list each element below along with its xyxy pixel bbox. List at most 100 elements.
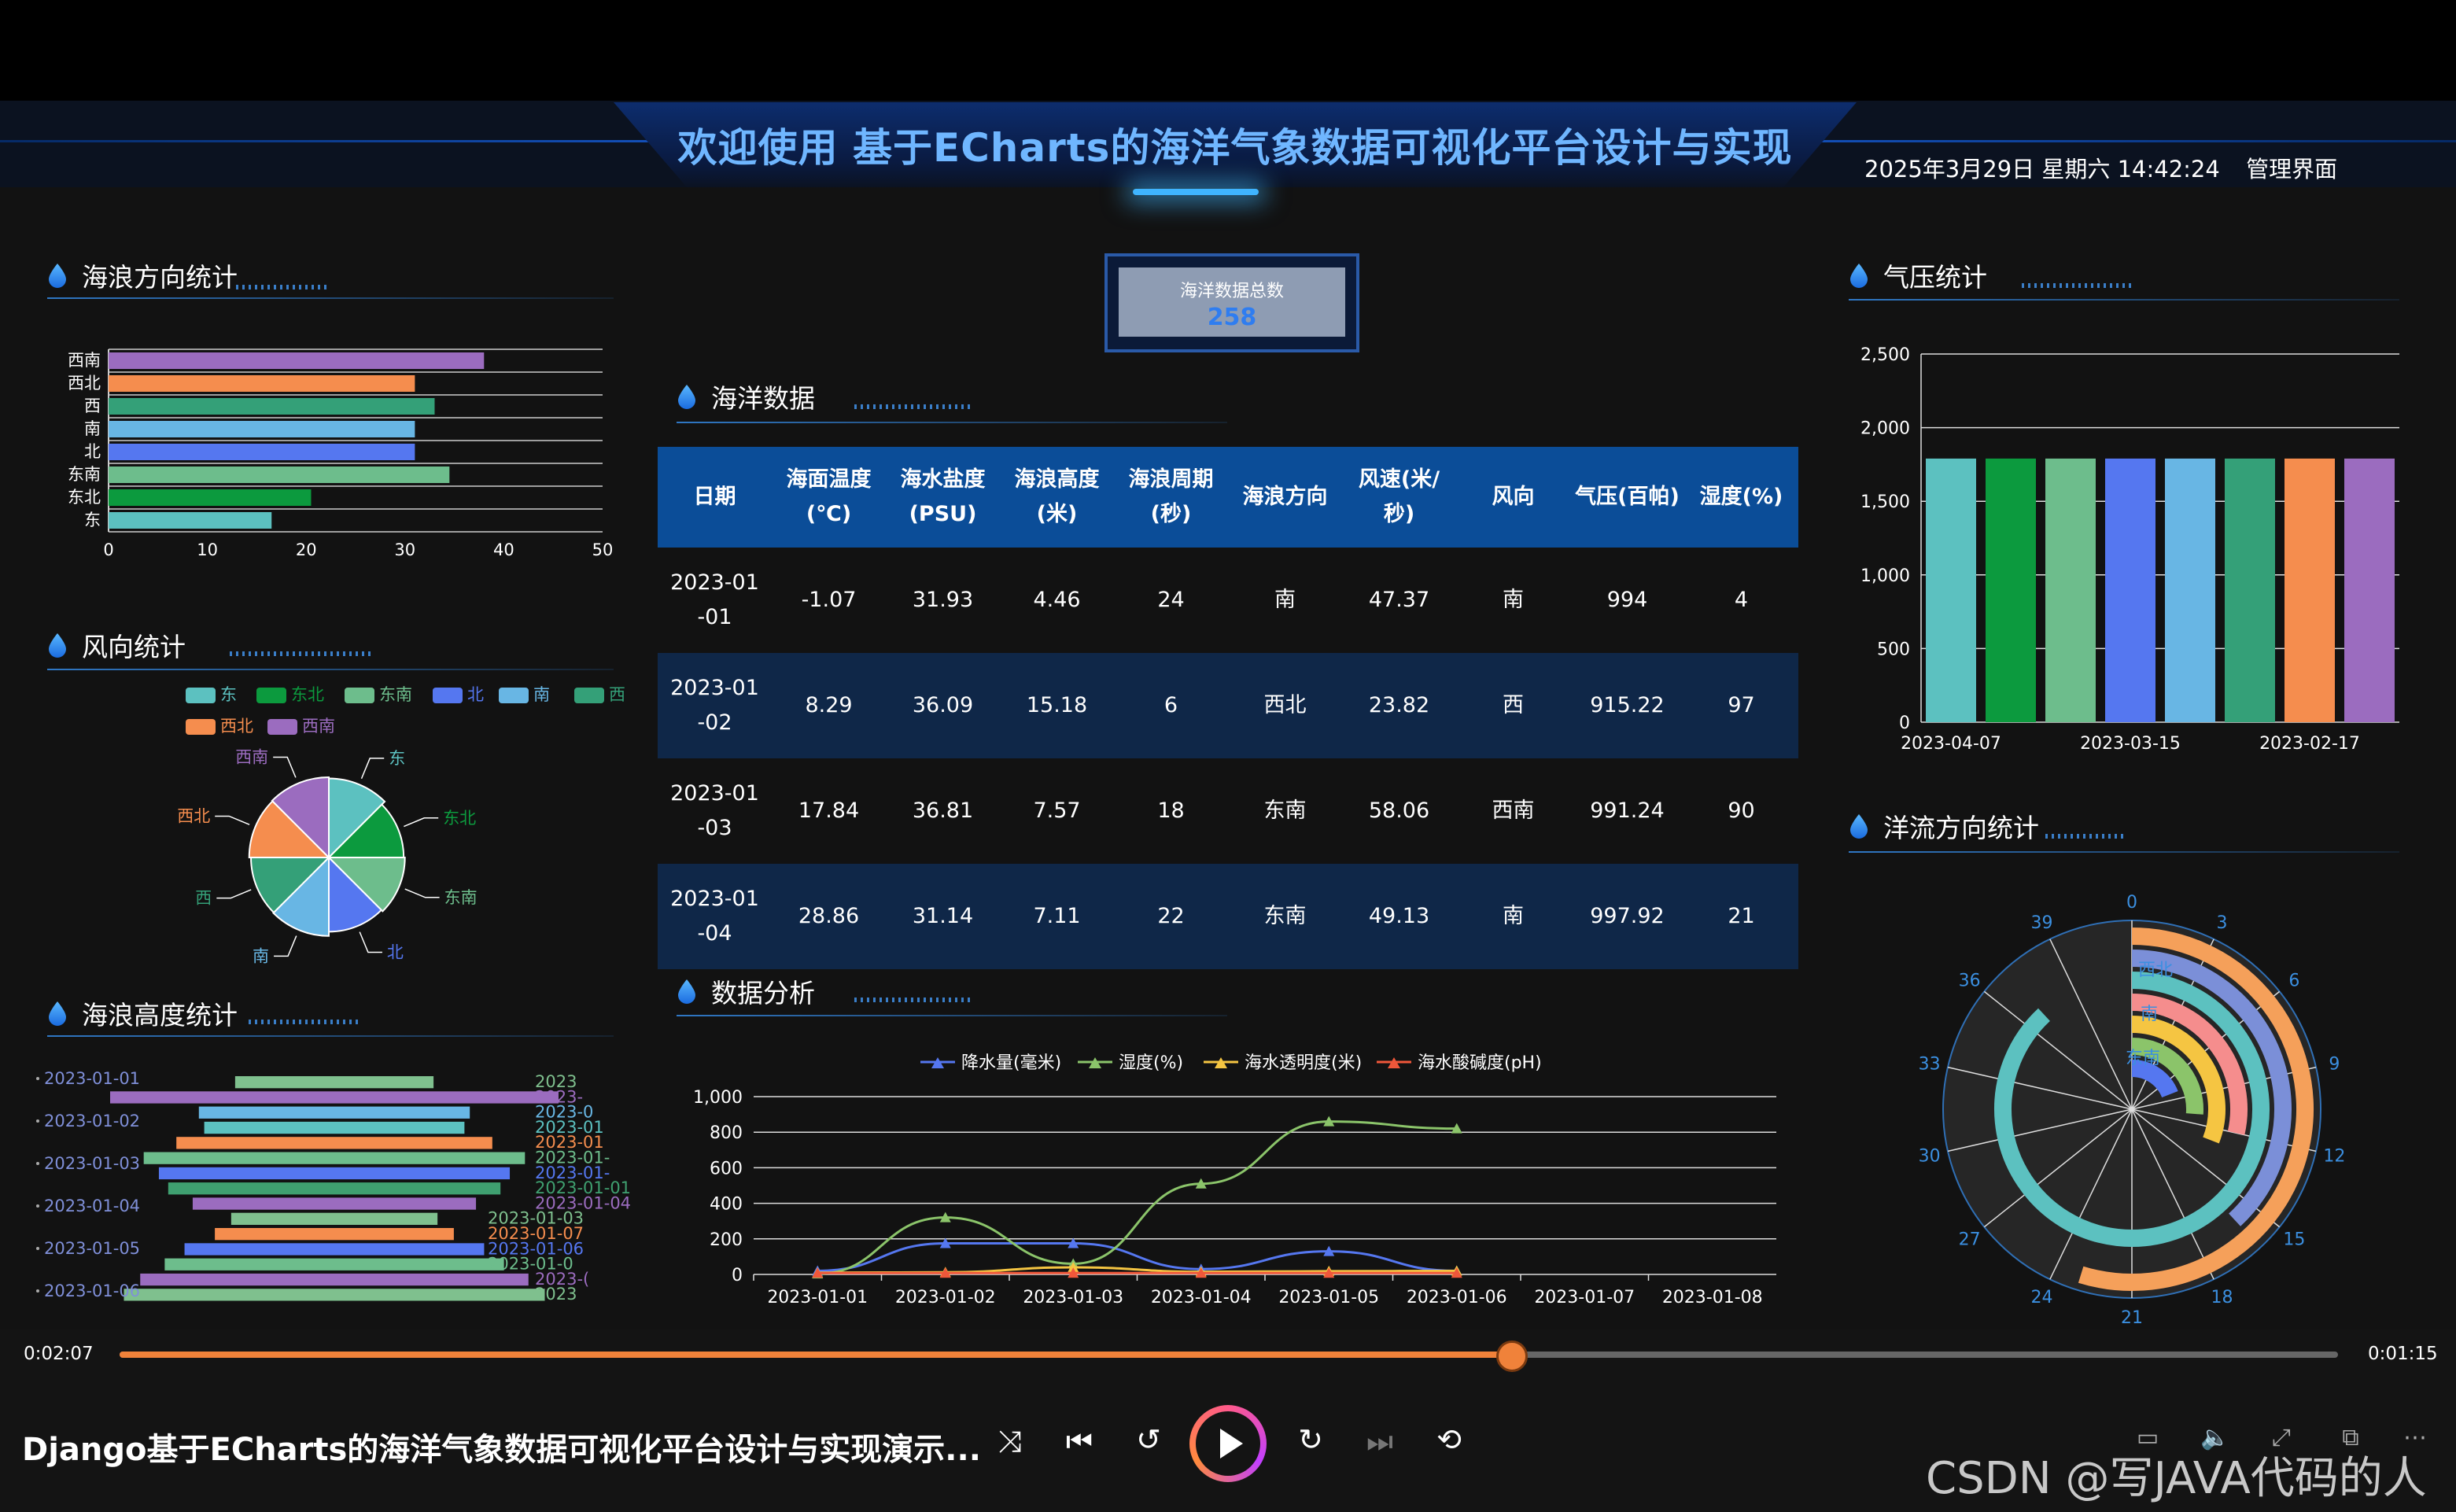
x-tick-label: 2023-01-06 — [1407, 1288, 1507, 1307]
drop-icon — [1850, 814, 1868, 839]
table-cell: 南 — [1228, 548, 1342, 653]
previous-icon[interactable]: ⏮ — [1056, 1424, 1103, 1459]
legend-label[interactable]: 北 — [467, 685, 484, 704]
legend-label[interactable]: 降水量(毫米) — [961, 1053, 1061, 1073]
title-dots — [854, 998, 972, 1002]
table-cell: 8.29 — [772, 653, 886, 758]
bar — [109, 375, 415, 392]
progress-handle[interactable] — [1496, 1341, 1529, 1372]
legend-label[interactable]: 湿度(%) — [1119, 1053, 1183, 1073]
table-cell: 36.81 — [886, 758, 1000, 864]
table-header-row: 日期 海面温度(℃) 海水盐度(PSU) 海浪高度(米) 海浪周期(秒) 海浪方… — [658, 447, 1798, 548]
bar — [109, 444, 415, 460]
angle-tick-label: 6 — [2288, 971, 2299, 990]
legend-label[interactable]: 南 — [533, 685, 550, 704]
legend-swatch[interactable] — [186, 719, 216, 735]
legend-swatch[interactable] — [433, 688, 463, 703]
radius-label: 东南 — [2126, 1049, 2160, 1068]
play-button[interactable] — [1189, 1405, 1267, 1482]
legend-label[interactable]: 西北 — [220, 717, 253, 736]
table-cell: -1.07 — [772, 548, 886, 653]
label-line — [404, 888, 440, 898]
table-cell: 31.14 — [886, 864, 1000, 969]
section-analysis-title: 数据分析 — [677, 972, 815, 1010]
table-cell: 18 — [1114, 758, 1228, 864]
x-tick-label: 2023-01-01 — [767, 1288, 868, 1307]
bar — [2285, 458, 2335, 722]
rewind-10-icon[interactable]: ↺ — [1125, 1422, 1172, 1457]
x-tick-label: 2023-01-08 — [1662, 1288, 1763, 1307]
tick-label: 10 — [197, 540, 218, 559]
repeat-icon[interactable]: ⟲ — [1425, 1422, 1473, 1457]
angle-tick-label: 27 — [1959, 1230, 1981, 1250]
funnel-bar — [143, 1152, 525, 1164]
admin-link[interactable]: 管理界面 — [2246, 156, 2337, 183]
legend-swatch[interactable] — [267, 719, 297, 735]
legend-swatch[interactable] — [256, 688, 286, 703]
wind-direction-chart: 东东北 东南北南西西北 西南东东北东南北南西西北西南 — [177, 685, 625, 964]
table-cell: 915.22 — [1570, 653, 1684, 758]
table-cell: 997.92 — [1570, 864, 1684, 969]
section-label: 洋流方向统计 — [1883, 813, 2039, 843]
legend-swatch[interactable] — [574, 688, 604, 703]
drop-icon — [49, 633, 66, 658]
legend-label[interactable]: 海水酸碱度(pH) — [1418, 1053, 1542, 1073]
funnel-bar — [198, 1106, 470, 1119]
table-row: 2023-01 -02 8.29 36.09 15.18 6 西北 23.82 西 915.22 9… — [658, 653, 1798, 758]
series-line — [817, 1120, 1457, 1275]
tick-label: 50 — [592, 540, 614, 559]
label-dot — [36, 1247, 39, 1250]
legend-label[interactable]: 海水透明度(米) — [1245, 1053, 1362, 1073]
table-cell: 58.06 — [1342, 758, 1456, 864]
legend-label[interactable]: 东北 — [291, 685, 324, 704]
legend-label[interactable]: 东 — [220, 685, 237, 704]
legend-swatch[interactable] — [499, 688, 529, 703]
table-cell: 97 — [1684, 653, 1798, 758]
radius-label: 南 — [2141, 1005, 2158, 1024]
col-header: 海水盐度(PSU) — [886, 447, 1000, 548]
pressure-chart: 0 500 1,000 1,500 2,000 2,500 2023-04-07 2023-0… — [1860, 345, 2399, 754]
funnel-bar — [230, 1212, 438, 1225]
table-row: 2023-01 -01 -1.07 31.93 4.46 24 南 47.37 南 994 4 — [658, 548, 1798, 653]
slice-label: 北 — [387, 943, 404, 962]
section-label: 风向统计 — [82, 632, 186, 662]
tick-label: 30 — [394, 540, 415, 559]
table-cell: 994 — [1570, 548, 1684, 653]
funnel-bar — [176, 1137, 492, 1149]
table-cell: 西北 — [1228, 653, 1342, 758]
table-cell: 西 — [1456, 653, 1570, 758]
table-cell: 东南 — [1228, 864, 1342, 969]
y-tick-label: 1,500 — [1860, 492, 1910, 512]
angle-tick-label: 39 — [2030, 913, 2052, 933]
funnel-bar — [234, 1076, 434, 1089]
bar — [109, 421, 415, 437]
label-dot — [36, 1077, 39, 1080]
table-cell: 南 — [1456, 864, 1570, 969]
tick-label: 0 — [103, 540, 113, 559]
legend-label[interactable]: 西南 — [302, 717, 335, 736]
legend-label[interactable]: 西 — [609, 685, 625, 704]
next-icon[interactable]: ⏭ — [1356, 1424, 1403, 1459]
slice-label: 西南 — [235, 748, 268, 767]
series-line — [817, 1241, 1457, 1272]
page-title: 欢迎使用 基于ECharts的海洋气象数据可视化平台设计与实现 — [677, 125, 1793, 171]
x-tick-label: 2023-01-03 — [1023, 1288, 1123, 1307]
col-header: 风速(米/秒) — [1342, 447, 1456, 548]
table-cell: 2023-01 -04 — [658, 864, 772, 969]
table-cell: 31.93 — [886, 548, 1000, 653]
forward-30-icon[interactable]: ↻ — [1287, 1422, 1334, 1457]
legend-swatch[interactable] — [186, 688, 216, 703]
angle-tick-label: 0 — [2126, 893, 2137, 913]
slice-label: 东北 — [443, 809, 476, 828]
funnel-bar — [168, 1182, 501, 1195]
label-line — [404, 817, 439, 828]
legend-label[interactable]: 东南 — [379, 685, 412, 704]
legend-swatch[interactable] — [345, 688, 374, 703]
category-label: 东 — [84, 511, 101, 529]
table-row: 2023-01 -03 17.84 36.81 7.57 18 东南 58.06 西南 991.2… — [658, 758, 1798, 864]
bar — [109, 489, 312, 506]
y-tick-label: 800 — [710, 1123, 743, 1143]
drop-icon — [1850, 264, 1868, 288]
bar — [1926, 458, 1976, 722]
shuffle-icon[interactable]: ⤨ — [986, 1424, 1034, 1459]
